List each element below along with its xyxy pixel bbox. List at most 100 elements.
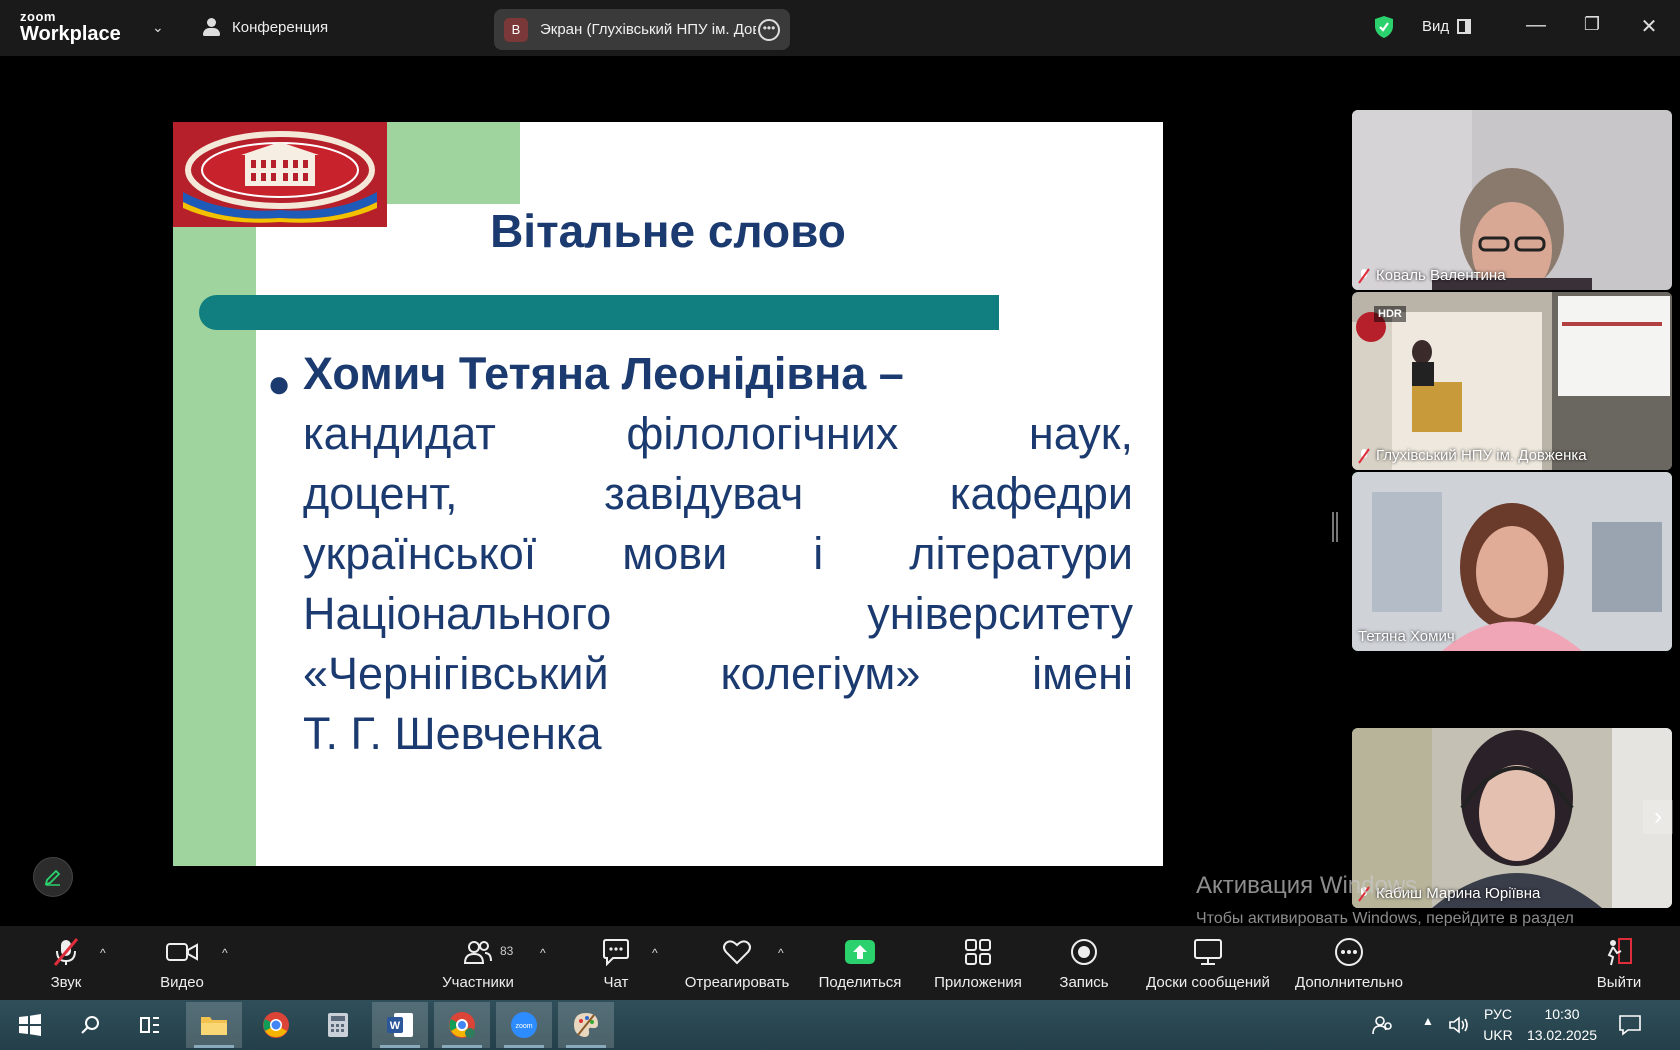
search-icon bbox=[81, 1016, 99, 1034]
logo-small-text: zoom bbox=[20, 9, 56, 24]
people-icon[interactable] bbox=[1372, 1014, 1394, 1036]
participant-name: Глухівський НПУ ім. Довженка bbox=[1376, 447, 1587, 464]
react-button[interactable]: Отреагировать bbox=[677, 936, 797, 991]
chat-label: Чат bbox=[603, 974, 629, 991]
slide-line: Національного університету bbox=[303, 588, 1133, 639]
more-label: Дополнительно bbox=[1295, 974, 1403, 991]
next-page-arrow-icon[interactable]: › bbox=[1643, 800, 1673, 834]
clock-date: 13.02.2025 bbox=[1526, 1027, 1598, 1043]
chrome-profile-app[interactable] bbox=[434, 1002, 490, 1048]
mic-muted-icon bbox=[1358, 447, 1370, 464]
slide-divider bbox=[199, 295, 999, 330]
participant-label: Тетяна Хомич bbox=[1358, 628, 1455, 645]
apps-button[interactable]: Приложения bbox=[918, 936, 1038, 991]
bullet-icon: ● bbox=[267, 362, 292, 406]
whiteboard-icon bbox=[1194, 939, 1222, 965]
panel-resize-handle[interactable] bbox=[1332, 512, 1338, 542]
video-camera-icon bbox=[166, 943, 198, 961]
clock[interactable]: 10:30 13.02.2025 bbox=[1524, 1004, 1600, 1046]
mic-muted-icon bbox=[1358, 267, 1370, 284]
participant-video bbox=[1352, 110, 1672, 290]
record-label: Запись bbox=[1059, 974, 1109, 991]
speaker-icon[interactable] bbox=[1448, 1015, 1470, 1035]
participants-label: Участники bbox=[442, 974, 514, 991]
share-title: Экран (Глухівський НПУ ім. Довженка) bbox=[540, 21, 756, 38]
slide-line: української мови і літератури bbox=[303, 528, 1133, 579]
more-button[interactable]: Дополнительно bbox=[1289, 936, 1409, 991]
chat-caret-icon[interactable]: ^ bbox=[652, 946, 658, 960]
tray-expand-icon[interactable]: ▲ bbox=[1422, 1014, 1434, 1028]
view-button[interactable]: Вид bbox=[1422, 18, 1472, 35]
leave-label: Выйти bbox=[1596, 974, 1642, 991]
chrome-app[interactable] bbox=[248, 1002, 304, 1048]
meeting-info-button[interactable]: Конференция bbox=[202, 18, 328, 36]
mic-muted-icon bbox=[53, 938, 79, 966]
input-language[interactable]: РУС UKR bbox=[1478, 1004, 1518, 1046]
minimize-icon[interactable]: — bbox=[1524, 14, 1548, 37]
security-shield-icon[interactable] bbox=[1374, 15, 1394, 39]
chrome-profile-icon bbox=[449, 1012, 475, 1038]
activation-title: Активация Windows bbox=[1196, 872, 1418, 899]
participant-tile-active[interactable]: Тетяна Хомич bbox=[1352, 472, 1672, 651]
share-arrow-icon bbox=[845, 940, 875, 964]
file-explorer-app[interactable] bbox=[186, 1002, 242, 1048]
react-label: Отреагировать bbox=[684, 974, 790, 991]
audio-label: Звук bbox=[50, 974, 82, 991]
share-screen-button[interactable]: Поделиться bbox=[800, 936, 920, 991]
participant-name: Тетяна Хомич bbox=[1358, 628, 1455, 645]
participants-icon bbox=[463, 941, 492, 964]
view-label: Вид bbox=[1422, 18, 1450, 35]
zoom-workplace-logo[interactable]: zoom Workplace bbox=[20, 10, 121, 44]
svg-text:zoom: zoom bbox=[515, 1023, 532, 1030]
participants-button[interactable]: Участники bbox=[418, 936, 538, 991]
search-button[interactable] bbox=[62, 1002, 118, 1048]
folder-icon bbox=[201, 1017, 227, 1035]
zoom-app[interactable]: zoom bbox=[496, 1002, 552, 1048]
calculator-app[interactable] bbox=[310, 1002, 366, 1048]
svg-text:W: W bbox=[390, 1020, 401, 1032]
record-icon bbox=[1071, 939, 1097, 965]
meeting-icon bbox=[202, 18, 222, 36]
chat-button[interactable]: Чат bbox=[556, 936, 676, 991]
exit-icon bbox=[1607, 938, 1632, 966]
start-button[interactable] bbox=[2, 1002, 58, 1048]
participant-tile[interactable]: HDR Глухівський НПУ ім. Довженка bbox=[1352, 292, 1672, 470]
zoom-icon: zoom bbox=[511, 1012, 537, 1038]
calculator-icon bbox=[328, 1013, 348, 1037]
video-button[interactable]: Видео bbox=[122, 936, 242, 991]
audio-button[interactable]: Звук bbox=[6, 936, 126, 991]
lang-top: РУС bbox=[1483, 1006, 1513, 1022]
slide-line: кандидат філологічних наук, bbox=[303, 408, 1133, 459]
word-app[interactable]: W bbox=[372, 1002, 428, 1048]
lang-bottom: UKR bbox=[1483, 1027, 1513, 1043]
boards-label: Доски сообщений bbox=[1146, 974, 1270, 991]
chrome-icon bbox=[263, 1012, 289, 1038]
share-owner-badge: B bbox=[504, 17, 528, 42]
layout-icon bbox=[1457, 19, 1472, 34]
shared-screen-pill[interactable]: B Экран (Глухівський НПУ ім. Довженка) •… bbox=[494, 9, 790, 50]
close-icon[interactable]: ✕ bbox=[1637, 14, 1661, 39]
restore-icon[interactable]: ❐ bbox=[1580, 14, 1604, 35]
task-view-button[interactable] bbox=[122, 1002, 178, 1048]
more-options-icon[interactable]: ••• bbox=[758, 19, 780, 41]
paint-app[interactable] bbox=[558, 1002, 614, 1048]
slide-line: Т. Г. Шевченка bbox=[303, 708, 602, 759]
boards-button[interactable]: Доски сообщений bbox=[1146, 936, 1270, 991]
participant-label: Коваль Валентина bbox=[1358, 267, 1506, 284]
chevron-down-icon[interactable]: ⌄ bbox=[152, 19, 164, 36]
participant-tile[interactable]: Коваль Валентина bbox=[1352, 110, 1672, 290]
participants-caret-icon[interactable]: ^ bbox=[540, 946, 546, 960]
notifications-icon[interactable] bbox=[1618, 1014, 1642, 1036]
leave-button[interactable]: Выйти bbox=[1559, 936, 1679, 991]
zoom-title-bar: zoom Workplace ⌄ Конференция B Экран (Гл… bbox=[0, 0, 1680, 56]
meeting-label: Конференция bbox=[232, 18, 329, 36]
record-button[interactable]: Запись bbox=[1024, 936, 1144, 991]
audio-options-caret-icon[interactable]: ^ bbox=[100, 946, 106, 960]
heart-icon bbox=[723, 940, 751, 965]
annotate-pen-button[interactable] bbox=[33, 857, 73, 897]
participant-label: Глухівський НПУ ім. Довженка bbox=[1358, 447, 1587, 464]
paint-palette-icon bbox=[574, 1013, 598, 1037]
slide-title: Вітальне слово bbox=[490, 205, 846, 257]
video-options-caret-icon[interactable]: ^ bbox=[222, 946, 228, 960]
react-caret-icon[interactable]: ^ bbox=[778, 946, 784, 960]
